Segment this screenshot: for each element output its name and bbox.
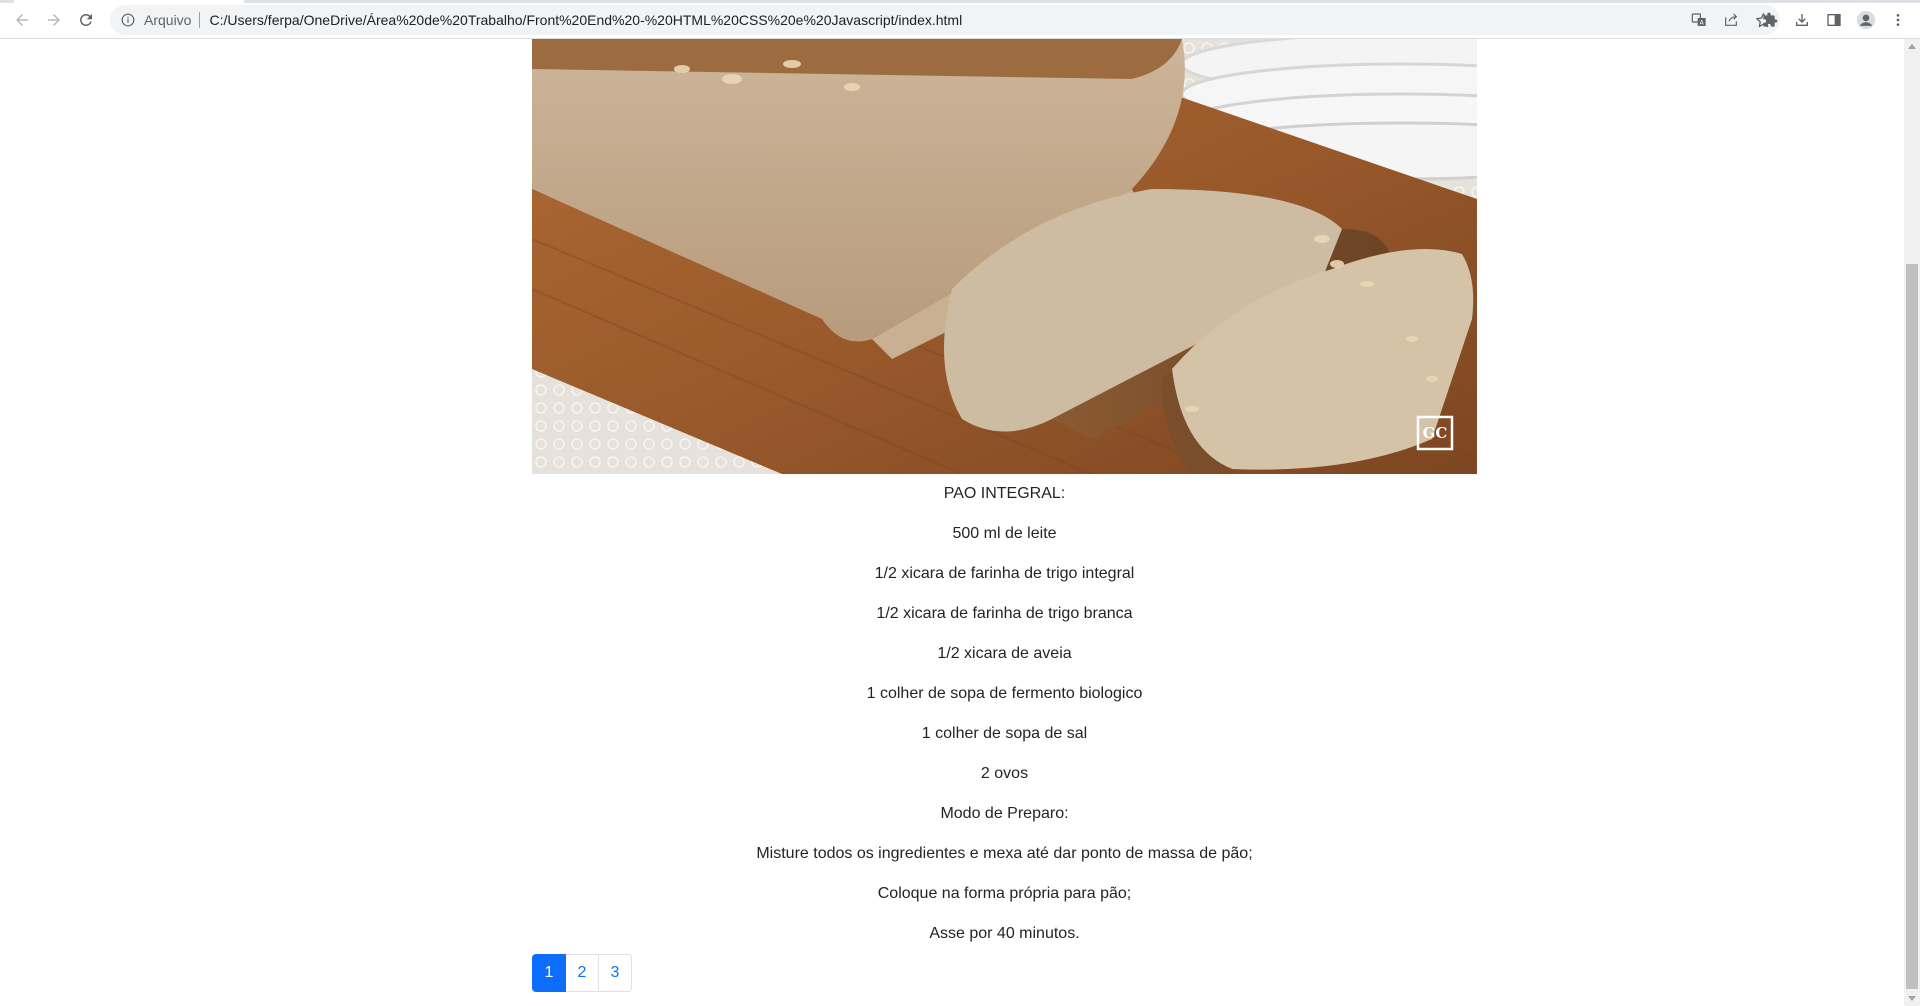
ingredient-line: 500 ml de leite <box>952 525 1057 542</box>
address-bar[interactable]: Arquivo C:/Users/ferpa/OneDrive/Área%20d… <box>110 5 1780 35</box>
recipe-text: PAO INTEGRAL: 500 ml de leite 1/2 xicara… <box>532 474 1477 953</box>
bread-photo: GC <box>532 39 1477 474</box>
preparation-step: Coloque na forma própria para pão; <box>877 885 1132 902</box>
translate-icon[interactable]: A <box>1690 11 1708 29</box>
tab-strip-edge <box>0 0 1920 3</box>
side-panel-icon[interactable] <box>1820 6 1848 34</box>
profile-avatar-icon[interactable] <box>1852 6 1880 34</box>
preparation-heading: Modo de Preparo: <box>940 805 1069 822</box>
ingredient-line: 1 colher de sopa de fermento biologico <box>866 685 1143 702</box>
vertical-scrollbar[interactable] <box>1904 39 1920 1006</box>
reload-icon <box>79 13 92 26</box>
info-icon[interactable] <box>120 12 136 28</box>
scroll-up-arrow-icon[interactable] <box>1908 44 1916 49</box>
more-menu-icon[interactable] <box>1884 6 1912 34</box>
reload-button[interactable] <box>72 6 100 34</box>
ingredient-line: 2 ovos <box>980 765 1029 782</box>
page-link-1[interactable]: 1 <box>532 954 566 992</box>
browser-toolbar: Arquivo C:/Users/ferpa/OneDrive/Área%20d… <box>0 0 1920 39</box>
ingredient-line: 1/2 xicara de aveia <box>937 645 1072 662</box>
watermark-logo: GC <box>1422 424 1448 442</box>
share-icon[interactable] <box>1722 11 1740 29</box>
arrow-right-icon <box>48 14 60 26</box>
url-text[interactable]: C:/Users/ferpa/OneDrive/Área%20de%20Trab… <box>209 12 962 28</box>
recipe-title: PAO INTEGRAL: <box>943 485 1066 502</box>
preparation-step: Asse por 40 minutos. <box>929 925 1080 942</box>
forward-button[interactable] <box>40 6 68 34</box>
pagination: 1 2 3 <box>532 954 632 992</box>
scheme-label: Arquivo <box>144 12 201 28</box>
scrollbar-thumb[interactable] <box>1906 264 1918 989</box>
download-icon[interactable] <box>1788 6 1816 34</box>
page-link-3[interactable]: 3 <box>598 954 632 992</box>
ingredient-line: 1/2 xicara de farinha de trigo integral <box>874 565 1135 582</box>
page-viewport: GC PAO INTEGRAL: 500 ml de leite 1/2 xic… <box>0 39 1904 1006</box>
scroll-down-arrow-icon[interactable] <box>1908 996 1916 1001</box>
bread-image <box>532 39 1477 474</box>
arrow-left-icon <box>16 14 28 26</box>
back-button[interactable] <box>8 6 36 34</box>
ingredient-line: 1 colher de sopa de sal <box>921 725 1088 742</box>
extensions-icon[interactable] <box>1756 6 1784 34</box>
page-link-2[interactable]: 2 <box>565 954 599 992</box>
preparation-step: Misture todos os ingredientes e mexa até… <box>756 845 1253 862</box>
ingredient-line: 1/2 xicara de farinha de trigo branca <box>876 605 1133 622</box>
